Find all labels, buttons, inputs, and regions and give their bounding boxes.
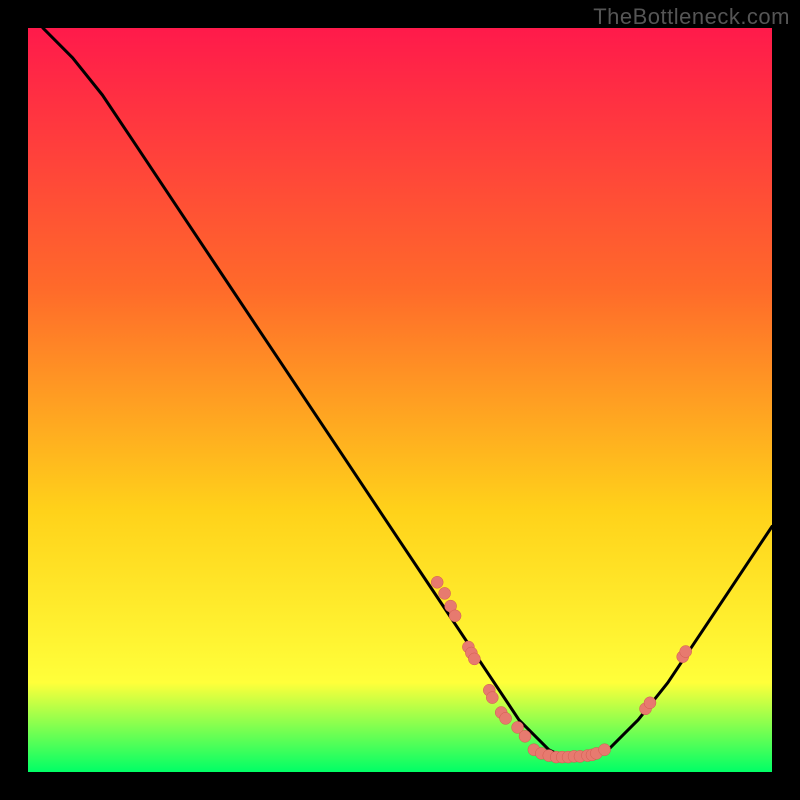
data-point [644, 697, 656, 709]
data-point [439, 587, 451, 599]
data-point [431, 576, 443, 588]
data-point [486, 692, 498, 704]
data-point [680, 646, 692, 658]
chart-svg [28, 28, 772, 772]
watermark-text: TheBottleneck.com [593, 4, 790, 30]
chart-area [28, 28, 772, 772]
data-point [599, 744, 611, 756]
gradient-background [28, 28, 772, 772]
data-point [500, 712, 512, 724]
data-point [519, 730, 531, 742]
data-point [468, 653, 480, 665]
data-point [449, 610, 461, 622]
